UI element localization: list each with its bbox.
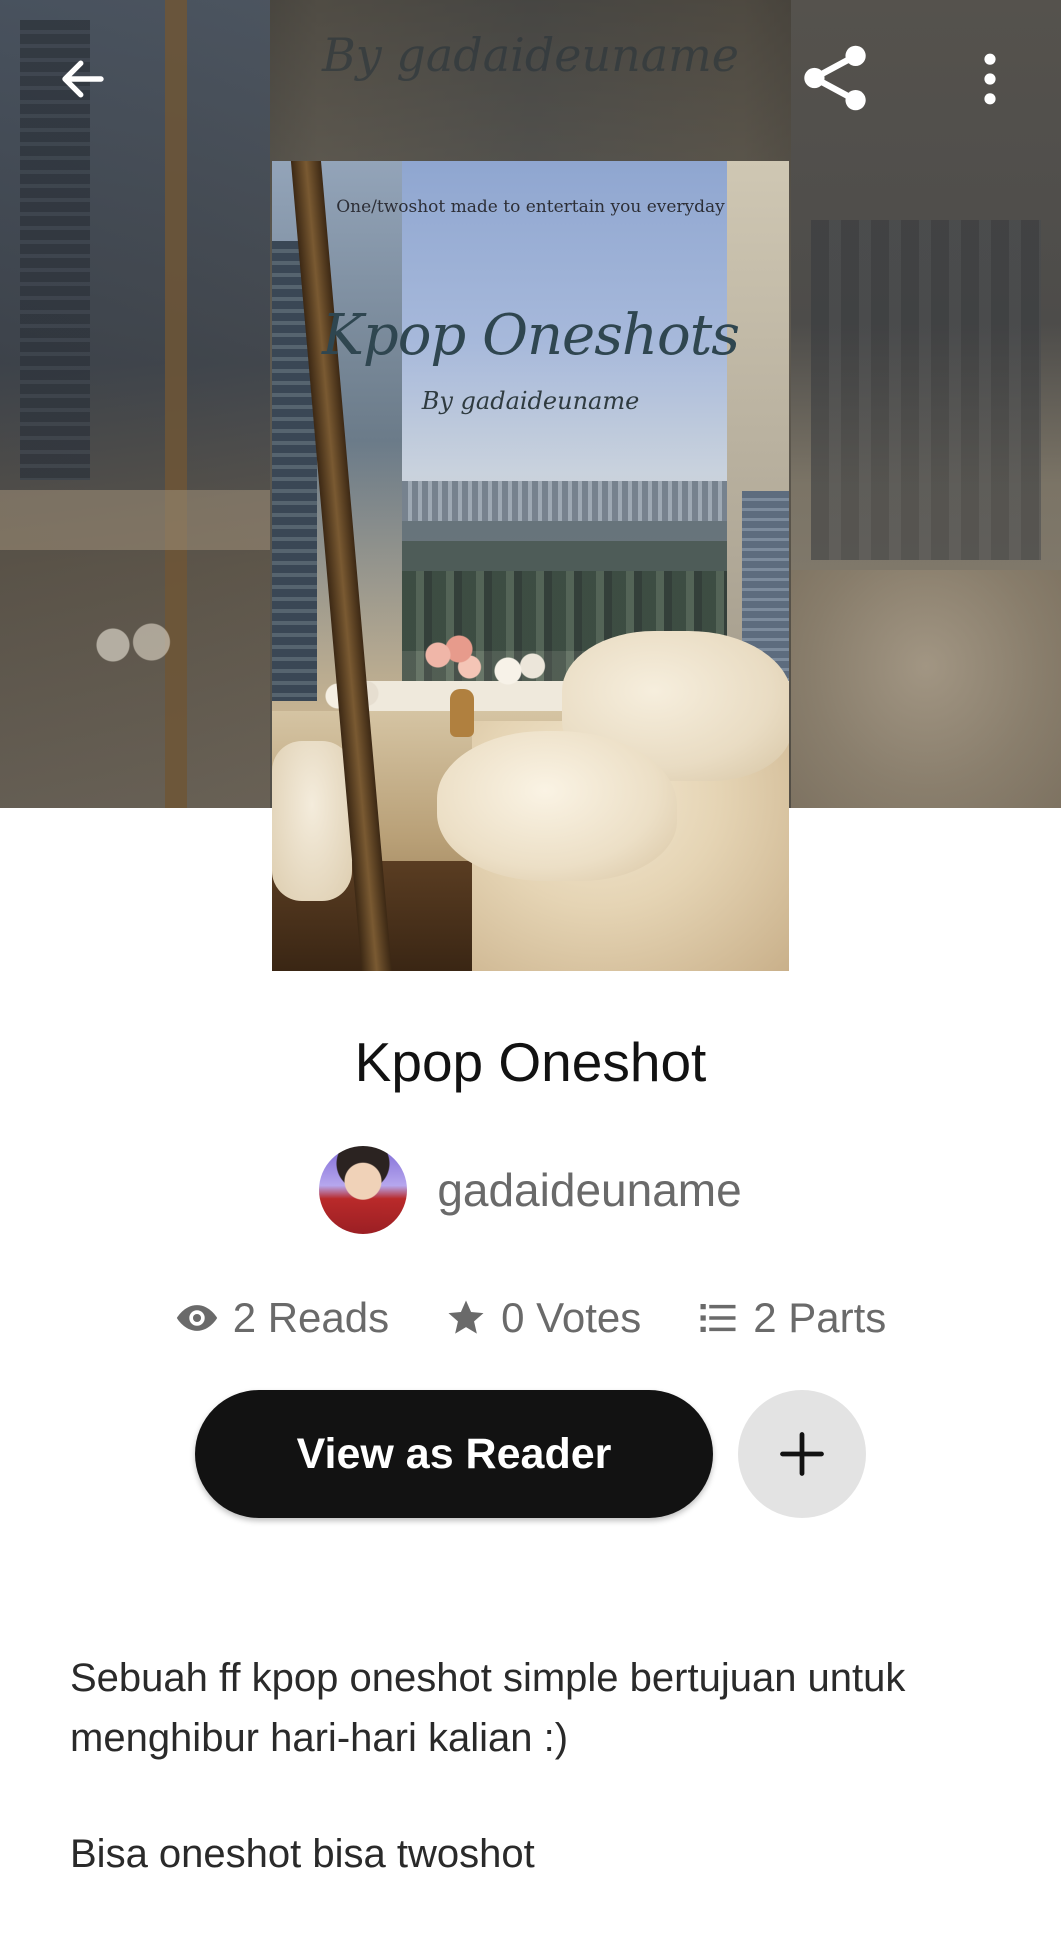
story-description: Sebuah ff kpop oneshot simple bertujuan … bbox=[70, 1648, 990, 1940]
arrow-left-icon bbox=[62, 60, 104, 98]
cover-flowers bbox=[487, 646, 557, 696]
share-icon bbox=[804, 45, 866, 111]
votes-stat: 0 Votes bbox=[445, 1294, 641, 1342]
share-button[interactable] bbox=[795, 38, 875, 118]
reads-count: 2 Reads bbox=[232, 1293, 390, 1341]
cover-byline: By gadaideuname bbox=[421, 387, 640, 415]
top-toolbar bbox=[0, 0, 1061, 160]
author-avatar[interactable] bbox=[319, 1146, 408, 1234]
parts-count[interactable]: 2 Parts bbox=[753, 1294, 886, 1342]
author-row[interactable]: gadaideuname bbox=[0, 1145, 1061, 1235]
votes-count: 0 Votes bbox=[501, 1293, 642, 1341]
back-button[interactable] bbox=[48, 44, 118, 114]
reads-stat: 2 Reads bbox=[175, 1294, 389, 1342]
more-options-button[interactable] bbox=[965, 44, 1015, 114]
story-title: Kpop Oneshot bbox=[354, 1031, 707, 1093]
add-to-library-button[interactable] bbox=[738, 1390, 866, 1518]
eye-icon bbox=[176, 1304, 217, 1331]
background-flowers bbox=[80, 615, 190, 675]
parts-stat[interactable]: 2 Parts bbox=[697, 1294, 886, 1342]
author-name[interactable]: gadaideuname bbox=[437, 1163, 741, 1217]
cover-tagline: One/twoshot made to entertain you everyd… bbox=[336, 197, 725, 217]
cover-vase bbox=[450, 689, 474, 737]
view-as-reader-button[interactable]: View as Reader bbox=[195, 1390, 713, 1518]
background-city bbox=[811, 220, 1041, 560]
story-cover[interactable]: One/twoshot made to entertain you everyd… bbox=[272, 161, 789, 971]
cover-bed-left bbox=[272, 741, 352, 901]
cover-pillow bbox=[437, 731, 677, 881]
cover-title: Kpop Oneshots bbox=[322, 303, 740, 368]
star-icon bbox=[448, 1300, 484, 1334]
cover-flowers bbox=[417, 631, 487, 691]
action-row: View as Reader bbox=[0, 1390, 1061, 1520]
more-vertical-icon bbox=[984, 53, 996, 105]
background-pillow bbox=[791, 570, 1061, 808]
list-icon bbox=[700, 1303, 736, 1332]
plus-icon bbox=[780, 1432, 824, 1476]
story-stats: 2 Reads 0 Votes 2 Parts bbox=[0, 1285, 1061, 1350]
description-paragraph: Sebuah ff kpop oneshot simple bertujuan … bbox=[70, 1656, 906, 1760]
description-paragraph: Bisa oneshot bisa twoshot bbox=[70, 1832, 535, 1876]
background-window-sill bbox=[0, 490, 270, 550]
